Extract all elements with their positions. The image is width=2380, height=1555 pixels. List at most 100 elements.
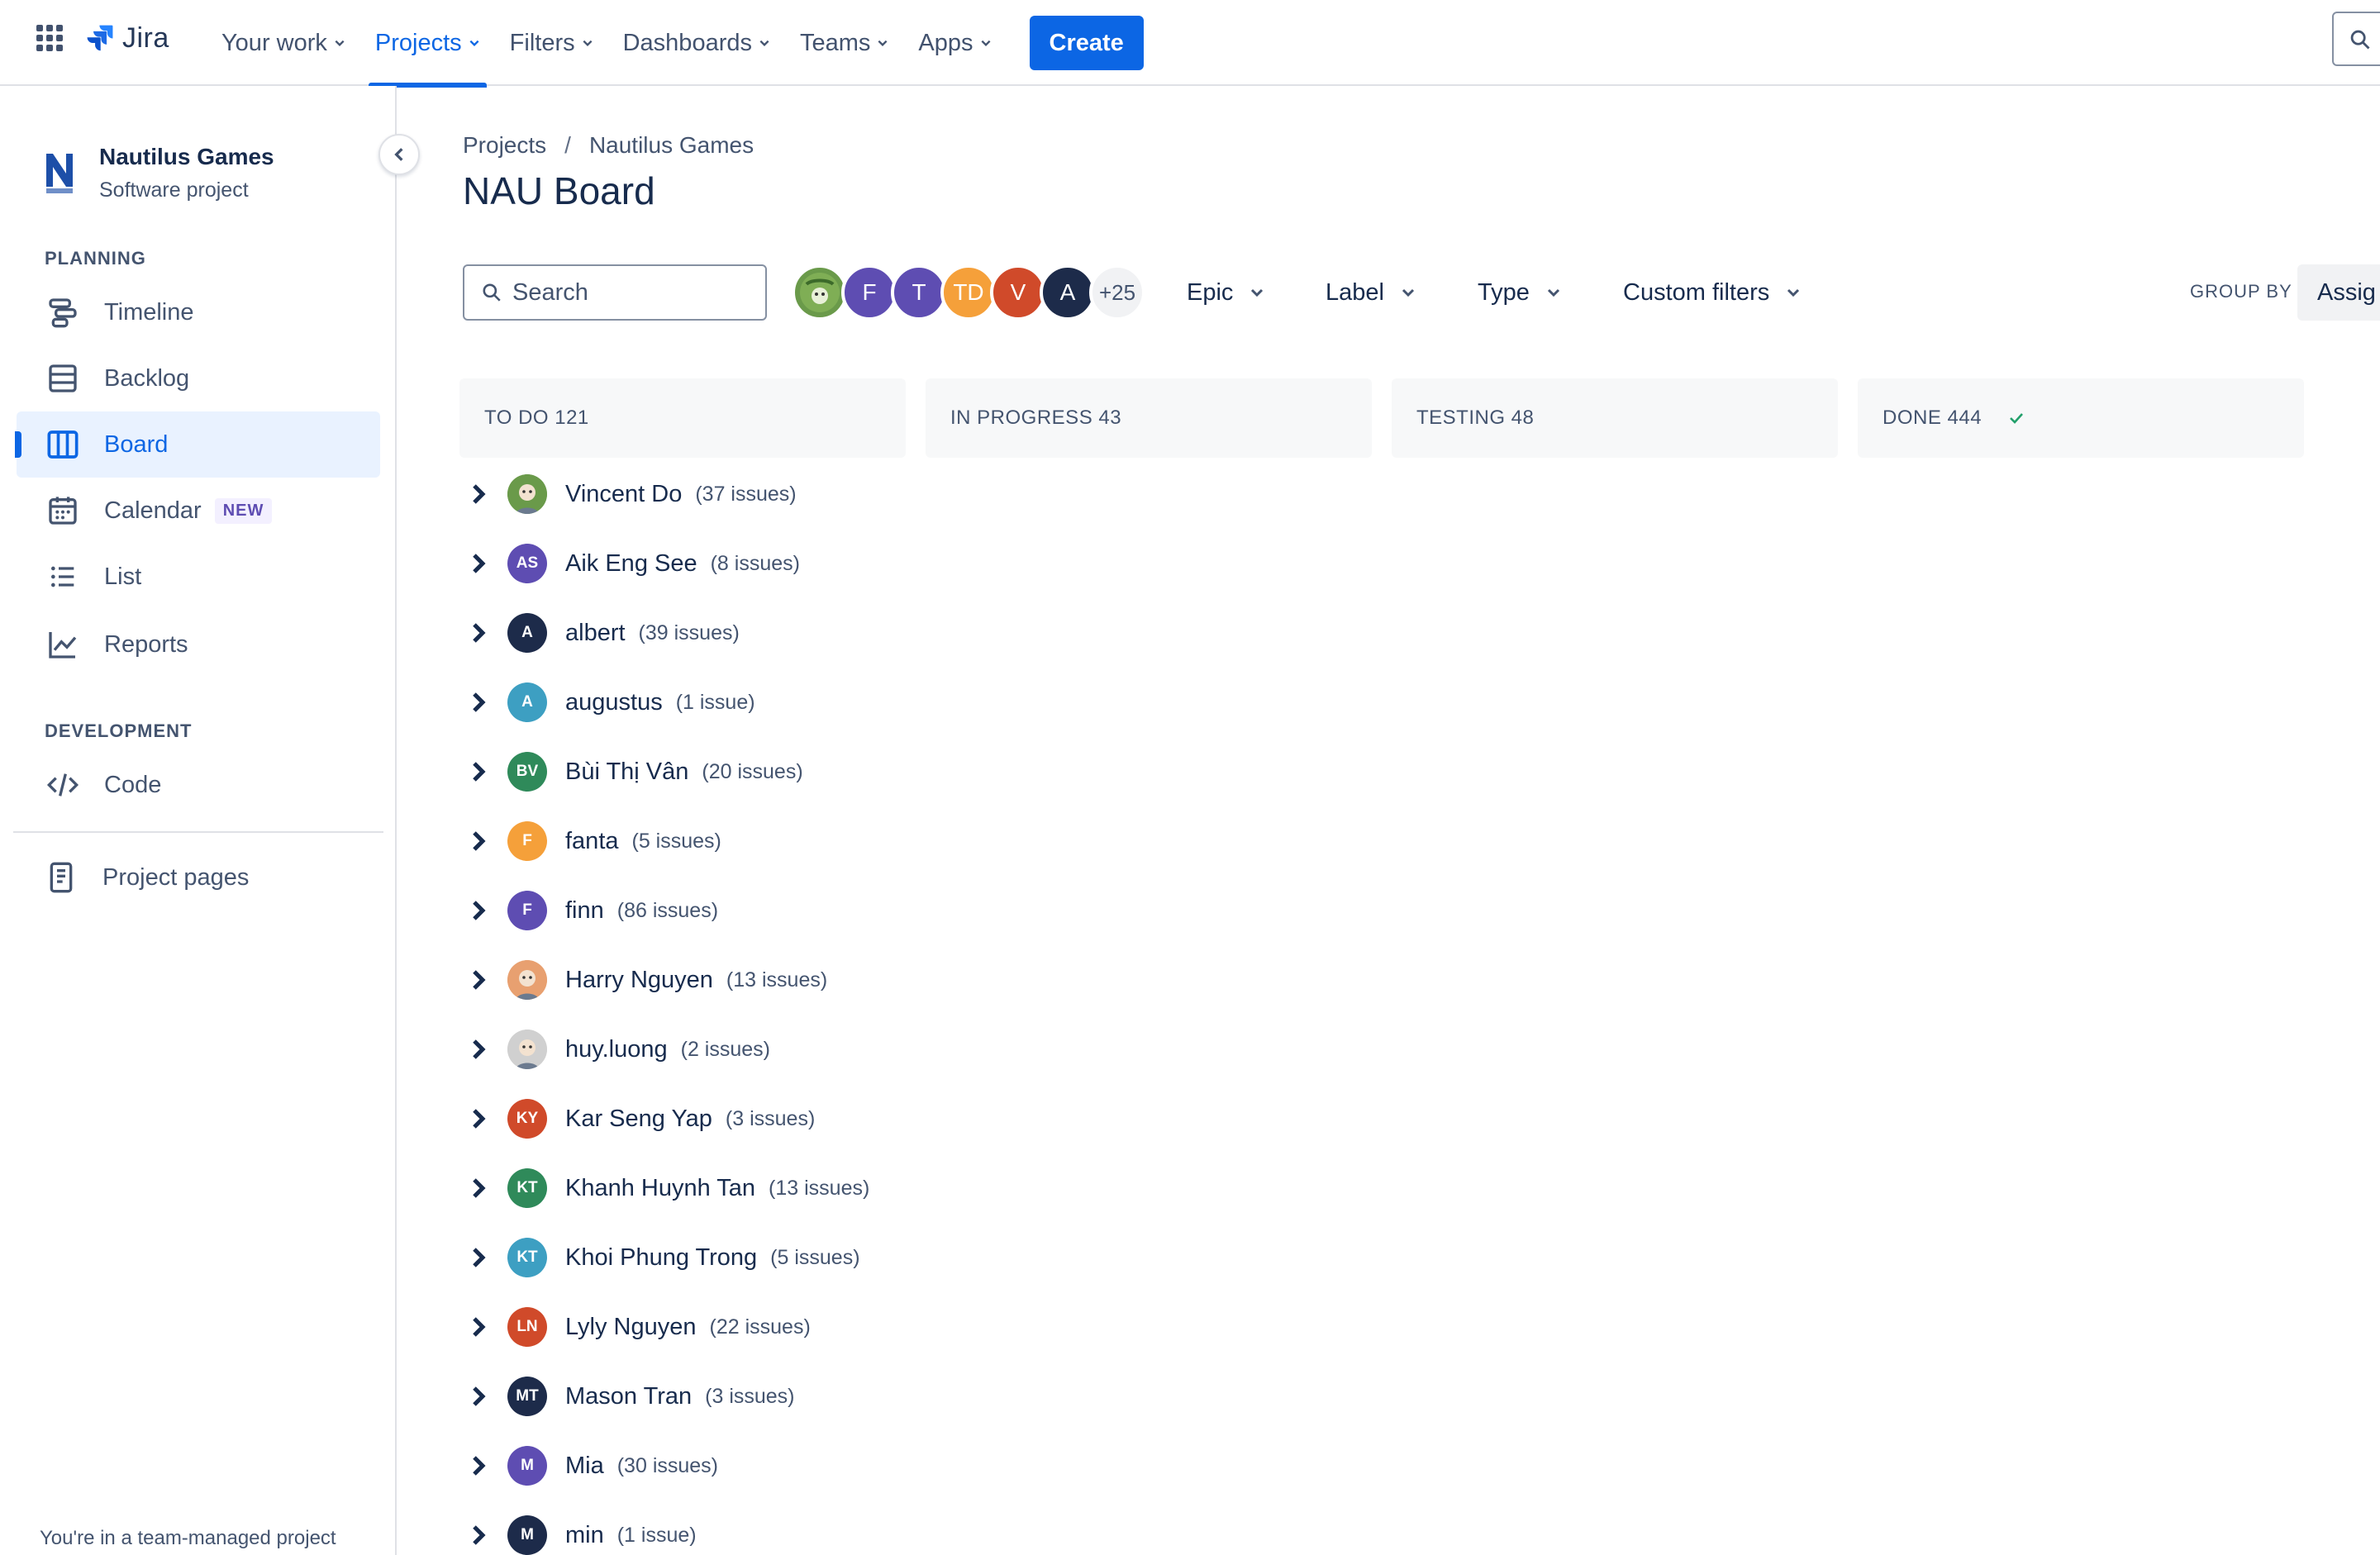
chevron-right-icon[interactable] — [466, 1245, 491, 1270]
project-sidebar: Nautilus Games Software project PLANNING… — [0, 86, 420, 1555]
chevron-right-icon[interactable] — [466, 690, 491, 715]
global-search-button[interactable] — [2332, 12, 2380, 66]
assignee-name: albert — [565, 619, 626, 646]
avatar[interactable]: A — [1040, 264, 1096, 321]
chevron-right-icon[interactable] — [466, 968, 491, 992]
avatar[interactable] — [792, 264, 848, 321]
jira-logo[interactable]: Jira — [84, 21, 169, 55]
filter-label: Type — [1478, 278, 1530, 306]
sidebar-item-timeline[interactable]: Timeline — [17, 279, 380, 345]
epic-filter-button[interactable]: Epic — [1187, 264, 1264, 321]
app-switcher-icon[interactable] — [36, 25, 63, 51]
chevron-right-icon[interactable] — [466, 1523, 491, 1548]
swimlane-row[interactable]: AS Aik Eng See (8 issues) — [463, 529, 2363, 598]
issue-count: (13 issues) — [726, 968, 828, 991]
breadcrumb-project[interactable]: Nautilus Games — [589, 132, 754, 159]
board-icon — [47, 430, 79, 459]
assignee-name: Khoi Phung Trong — [565, 1244, 758, 1271]
chevron-down-icon — [981, 40, 991, 46]
chevron-right-icon[interactable] — [466, 1315, 491, 1339]
issue-count: (3 issues) — [725, 1106, 816, 1130]
breadcrumb: Projects / Nautilus Games — [463, 132, 754, 159]
assignee-avatar: KT — [507, 1168, 547, 1208]
assignee-avatar — [507, 474, 547, 514]
assignee-name: Vincent Do — [565, 480, 683, 507]
swimlane-row[interactable]: Ffanta (5 issues) — [463, 806, 2363, 876]
assignee-avatar: KY — [507, 1099, 547, 1139]
assignee-avatar: LN — [507, 1307, 547, 1347]
project-type: Software project — [99, 178, 249, 202]
more-avatars-button[interactable]: +25 — [1089, 264, 1145, 321]
chevron-right-icon[interactable] — [466, 621, 491, 645]
nav-projects[interactable]: Projects — [368, 0, 487, 88]
breadcrumb-projects[interactable]: Projects — [463, 132, 546, 159]
assignee-avatar: KT — [507, 1238, 547, 1277]
swimlane-row[interactable]: LN Lyly Nguyen (22 issues) — [463, 1292, 2363, 1362]
assignee-name: augustus — [565, 688, 663, 716]
swimlane-row[interactable]: Ffinn (86 issues) — [463, 876, 2363, 945]
chevron-right-icon[interactable] — [466, 898, 491, 923]
chevron-right-icon[interactable] — [466, 759, 491, 784]
sidebar-item-board[interactable]: Board — [15, 411, 380, 478]
sidebar-item-reports[interactable]: Reports — [17, 611, 380, 678]
swimlane-row[interactable]: M Mia (30 issues) — [463, 1431, 2363, 1500]
swimlane-row[interactable]: KY Kar Seng Yap (3 issues) — [463, 1084, 2363, 1153]
swimlane-row[interactable]: BV Bùi Thị Vân (20 issues) — [463, 737, 2363, 806]
nav-your-work[interactable]: Your work — [220, 0, 347, 86]
sidebar-item-calendar[interactable]: Calendar NEW — [17, 478, 380, 544]
sidebar-item-label: Project pages — [102, 863, 250, 891]
avatar[interactable]: T — [891, 264, 947, 321]
nav-filters[interactable]: Filters — [508, 0, 595, 86]
swimlane-row[interactable]: MT Mason Tran (3 issues) — [463, 1362, 2363, 1431]
chevron-right-icon[interactable] — [466, 1176, 491, 1201]
board-search[interactable] — [463, 264, 767, 321]
swimlane-row[interactable]: Mmin (1 issue) — [463, 1500, 2363, 1555]
sidebar-item-label: Calendar — [104, 497, 202, 524]
assignee-name: Harry Nguyen — [565, 966, 713, 993]
assignee-name: Kar Seng Yap — [565, 1105, 712, 1132]
swimlane-row[interactable]: Harry Nguyen (13 issues) — [463, 945, 2363, 1015]
collapse-sidebar-button[interactable] — [378, 134, 420, 175]
nav-label: Your work — [221, 29, 327, 56]
swimlane-row[interactable]: Aaugustus (1 issue) — [463, 668, 2363, 737]
custom-filters-button[interactable]: Custom filters — [1623, 264, 1801, 321]
type-filter-button[interactable]: Type — [1478, 264, 1561, 321]
chevron-right-icon[interactable] — [466, 1037, 491, 1062]
avatar[interactable]: F — [841, 264, 897, 321]
nav-apps[interactable]: Apps — [916, 0, 992, 86]
search-input[interactable] — [512, 278, 760, 307]
photo-avatar-icon — [800, 273, 840, 312]
chevron-right-icon[interactable] — [466, 1384, 491, 1409]
chevron-right-icon[interactable] — [466, 482, 491, 506]
sidebar-item-code[interactable]: Code — [17, 752, 380, 818]
issue-count: (22 issues) — [709, 1315, 811, 1339]
avatar[interactable]: TD — [940, 264, 997, 321]
nav-dashboards[interactable]: Dashboards — [621, 0, 772, 86]
issue-count: (1 issue) — [616, 1523, 697, 1547]
avatar[interactable]: V — [990, 264, 1046, 321]
create-button[interactable]: Create — [1029, 16, 1144, 70]
sidebar-item-label: List — [104, 563, 142, 590]
swimlane-row[interactable]: huy.luong (2 issues) — [463, 1015, 2363, 1084]
team-managed-note: You're in a team-managed project — [40, 1527, 336, 1549]
group-by-dropdown[interactable]: Assig — [2297, 264, 2380, 321]
swimlane-row[interactable]: Aalbert (39 issues) — [463, 598, 2363, 668]
sidebar-divider — [13, 831, 383, 833]
project-header[interactable]: Nautilus Games Software project — [43, 144, 274, 202]
sidebar-item-backlog[interactable]: Backlog — [17, 345, 380, 411]
swimlane-row[interactable]: Vincent Do (37 issues) — [463, 459, 2363, 529]
project-name: Nautilus Games — [99, 144, 274, 169]
chevron-right-icon[interactable] — [466, 829, 491, 854]
chevron-down-icon — [759, 40, 769, 46]
chevron-right-icon[interactable] — [466, 1106, 491, 1131]
chevron-right-icon[interactable] — [466, 551, 491, 576]
column-in-progress: IN PROGRESS 43 — [926, 378, 1372, 458]
chevron-right-icon[interactable] — [466, 1453, 491, 1478]
swimlane-row[interactable]: KT Khoi Phung Trong (5 issues) — [463, 1223, 2363, 1292]
nav-teams[interactable]: Teams — [798, 0, 890, 86]
label-filter-button[interactable]: Label — [1326, 264, 1416, 321]
sidebar-item-list[interactable]: List — [17, 544, 380, 610]
swimlane-row[interactable]: KT Khanh Huynh Tan (13 issues) — [463, 1153, 2363, 1223]
issue-count: (13 issues) — [769, 1176, 870, 1200]
sidebar-item-project-pages[interactable]: Project pages — [17, 844, 380, 911]
